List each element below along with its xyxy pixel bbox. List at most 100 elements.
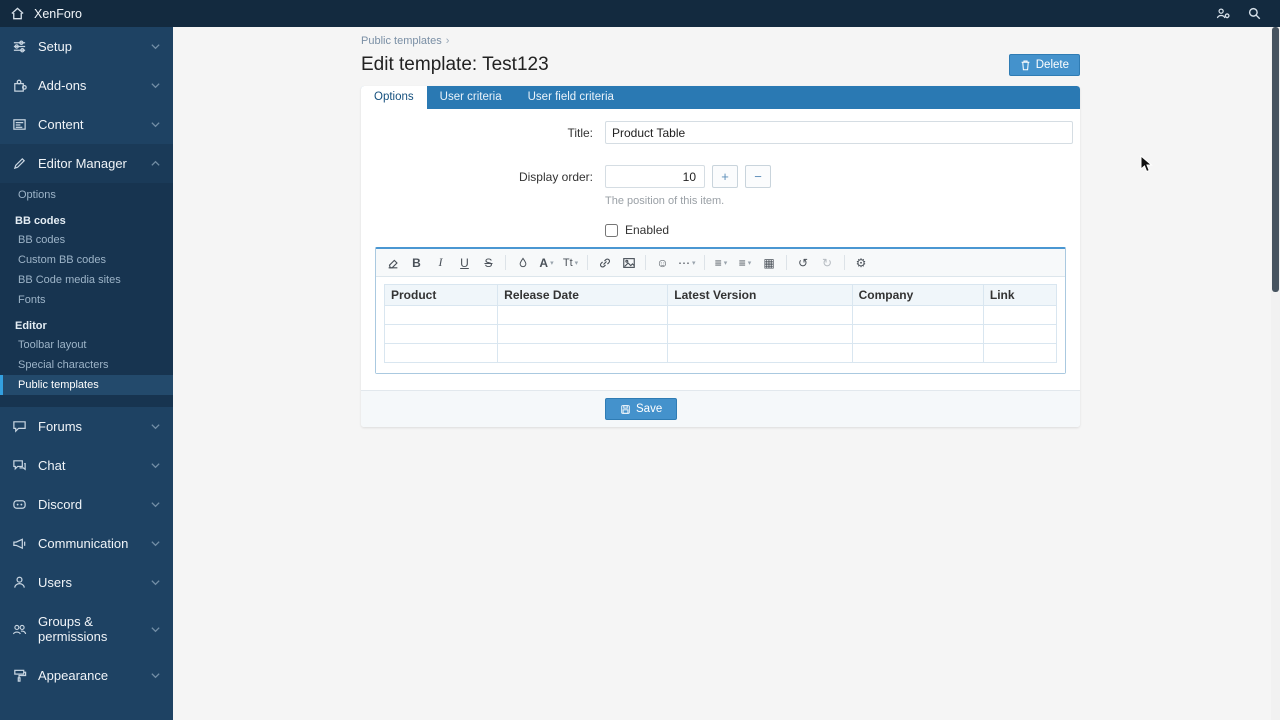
link-icon[interactable] [593,252,616,273]
home-icon[interactable] [10,6,25,21]
table-cell[interactable] [498,306,668,325]
tab-user-field-criteria[interactable]: User field criteria [515,86,627,109]
table-cell[interactable] [852,325,983,344]
toolbar-separator [704,255,705,270]
chevron-down-icon [150,670,161,681]
table-cell[interactable] [385,325,498,344]
table-cell[interactable] [668,325,852,344]
font-family-icon[interactable]: A [535,252,558,273]
scrollbar-thumb[interactable] [1272,27,1279,292]
user-icon [12,575,29,590]
submenu-item-special-characters[interactable]: Special characters [0,355,173,375]
table-cell[interactable] [385,306,498,325]
submenu-heading-editor: Editor [0,310,173,335]
delete-button-label: Delete [1036,59,1069,71]
table-header-cell[interactable]: Latest Version [668,285,852,306]
topbar: XenForo [0,0,1280,27]
alignment-icon[interactable]: ≡ [710,252,733,273]
insert-table-icon[interactable]: ▦ [758,252,781,273]
table-cell[interactable] [498,325,668,344]
table-cell[interactable] [668,344,852,363]
toolbar-separator [587,255,588,270]
editor-content[interactable]: Product Release Date Latest Version Comp… [376,277,1065,373]
smilie-icon[interactable]: ☺ [651,252,674,273]
sidebar-item-chat[interactable]: Chat [0,446,173,485]
sidebar-item-label: Content [38,117,150,132]
vertical-scrollbar[interactable] [1271,27,1280,720]
sidebar-item-setup[interactable]: Setup [0,27,173,66]
sidebar-item-groups-permissions[interactable]: Groups & permissions [0,602,173,656]
table-cell[interactable] [983,344,1056,363]
toolbar-separator [505,255,506,270]
chevron-down-icon [150,421,161,432]
tab-options[interactable]: Options [361,86,427,109]
save-button-label: Save [636,403,662,415]
sliders-icon [12,39,29,54]
submenu-item-fonts[interactable]: Fonts [0,290,173,310]
sidebar-item-discord[interactable]: Discord [0,485,173,524]
breadcrumb-link[interactable]: Public templates [361,35,442,47]
app-brand[interactable]: XenForo [34,7,82,21]
table-header-cell[interactable]: Link [983,285,1056,306]
submenu-item-options[interactable]: Options [0,185,173,205]
table-cell[interactable] [498,344,668,363]
save-button[interactable]: Save [605,398,677,420]
table-header-cell[interactable]: Company [852,285,983,306]
submenu-item-custom-bb-codes[interactable]: Custom BB codes [0,250,173,270]
table-cell[interactable] [852,344,983,363]
template-table: Product Release Date Latest Version Comp… [384,284,1057,363]
table-cell[interactable] [852,306,983,325]
tab-user-criteria[interactable]: User criteria [427,86,515,109]
sidebar-item-appearance[interactable]: Appearance [0,656,173,695]
underline-icon[interactable]: U [453,252,476,273]
table-cell[interactable] [385,344,498,363]
search-icon[interactable] [1247,6,1262,21]
admin-tools-icon[interactable] [1215,6,1231,21]
sidebar-item-label: Chat [38,458,150,473]
sidebar-item-content[interactable]: Content [0,105,173,144]
more-options-icon[interactable]: ⋯ [675,252,699,273]
table-header-cell[interactable]: Product [385,285,498,306]
font-size-icon[interactable]: Tt [559,252,582,273]
table-cell[interactable] [983,306,1056,325]
remove-format-icon[interactable] [381,252,404,273]
table-header-cell[interactable]: Release Date [498,285,668,306]
title-input[interactable] [605,121,1073,144]
undo-icon[interactable]: ↺ [792,252,815,273]
main-content: Public templates › Edit template: Test123… [173,27,1280,427]
sidebar-item-add-ons[interactable]: Add-ons [0,66,173,105]
card-footer: Save [361,390,1080,427]
sidebar-item-forums[interactable]: Forums [0,407,173,446]
sidebar-item-label: Editor Manager [38,156,150,171]
table-cell[interactable] [668,306,852,325]
submenu-item-toolbar-layout[interactable]: Toolbar layout [0,335,173,355]
table-cell[interactable] [983,325,1056,344]
submenu-item-bb-code-media-sites[interactable]: BB Code media sites [0,270,173,290]
display-order-input[interactable] [605,165,705,188]
toolbar-separator [645,255,646,270]
enabled-checkbox[interactable] [605,224,618,237]
sidebar-item-users[interactable]: Users [0,563,173,602]
italic-icon[interactable]: I [429,252,452,273]
submenu-item-public-templates[interactable]: Public templates [0,375,173,395]
delete-button[interactable]: Delete [1009,54,1080,76]
forums-icon [12,419,29,434]
editor-settings-icon[interactable]: ⚙ [850,252,873,273]
redo-icon[interactable]: ↻ [816,252,839,273]
text-color-icon[interactable] [511,252,534,273]
page-title: Edit template: Test123 [361,54,549,76]
image-icon[interactable] [617,252,640,273]
strikethrough-icon[interactable]: S [477,252,500,273]
decrement-button[interactable]: − [745,165,771,188]
table-row [385,325,1057,344]
sidebar-item-editor-manager[interactable]: Editor Manager [0,144,173,183]
increment-button[interactable]: + [712,165,738,188]
bold-icon[interactable]: B [405,252,428,273]
paint-roller-icon [12,668,29,683]
toolbar-separator [844,255,845,270]
sidebar-item-label: Discord [38,497,150,512]
sidebar-item-communication[interactable]: Communication [0,524,173,563]
submenu-item-bb-codes[interactable]: BB codes [0,230,173,250]
list-icon[interactable]: ≡ [734,252,757,273]
breadcrumb-separator: › [446,35,450,47]
